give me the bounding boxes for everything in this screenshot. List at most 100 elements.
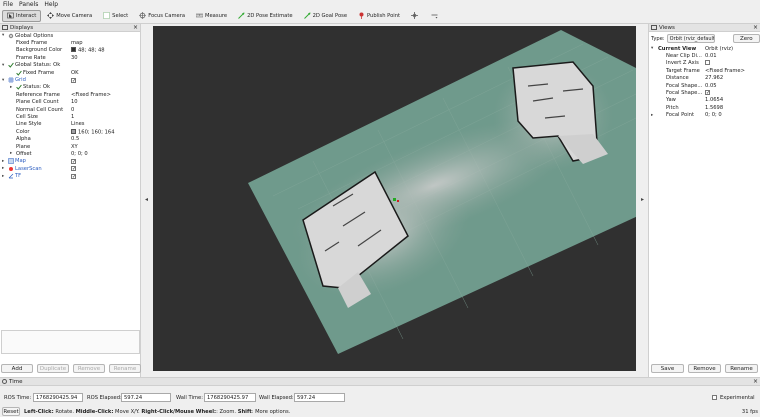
render-viewport[interactable] xyxy=(153,26,636,371)
display-row-value[interactable]: 30 xyxy=(71,55,78,61)
display-row[interactable]: Alpha 0.5 xyxy=(0,135,140,142)
display-row-value[interactable]: XY xyxy=(71,144,78,150)
menu-help[interactable]: Help xyxy=(41,1,61,8)
display-row[interactable]: ▾ Global Status: Ok xyxy=(0,62,140,69)
display-enable-checkbox[interactable]: ✓ xyxy=(71,173,76,179)
close-icon[interactable]: × xyxy=(753,378,758,385)
collapse-arrow-icon[interactable]: ▾ xyxy=(2,63,7,68)
view-checkbox[interactable]: ✓ xyxy=(705,90,710,96)
rename-view-button[interactable]: Rename xyxy=(725,364,758,373)
expand-arrow-icon[interactable]: ▸ xyxy=(2,159,7,164)
tool-select[interactable]: Select xyxy=(98,10,133,22)
display-row[interactable]: Fixed Frame map xyxy=(0,39,140,46)
tool-2d-pose-estimate[interactable]: 2D Pose Estimate xyxy=(233,10,298,22)
display-row[interactable]: Plane Cell Count 10 xyxy=(0,99,140,106)
display-row[interactable]: Color 160; 160; 164 xyxy=(0,128,140,135)
add-button[interactable]: Add xyxy=(1,364,33,373)
display-row[interactable]: ▾ Global Options xyxy=(0,32,140,39)
display-enable-checkbox[interactable]: ✓ xyxy=(71,77,76,83)
display-row-value[interactable]: 0 xyxy=(71,107,74,113)
view-row[interactable]: Near Clip Di... 0.01 xyxy=(649,52,760,59)
display-row[interactable]: Normal Cell Count 0 xyxy=(0,106,140,113)
wall-time-field[interactable]: 1768290425.97 xyxy=(204,393,256,402)
display-row[interactable]: ▾ Grid ✓ xyxy=(0,76,140,84)
display-row[interactable]: Frame Rate 30 xyxy=(0,54,140,61)
view-row-value[interactable]: 0.01 xyxy=(705,53,717,59)
display-enable-checkbox[interactable]: ✓ xyxy=(71,158,76,164)
collapse-arrow-icon[interactable]: ▾ xyxy=(651,46,656,51)
expand-arrow-icon[interactable]: ▸ xyxy=(10,151,15,156)
view-row[interactable]: Invert Z Axis xyxy=(649,59,760,67)
view-row-value[interactable]: <Fixed Frame> xyxy=(705,68,745,74)
display-row-value[interactable]: OK xyxy=(71,70,79,76)
remove-button[interactable]: Remove xyxy=(73,364,105,373)
view-row[interactable]: Pitch 1.5698 xyxy=(649,104,760,111)
reset-button[interactable]: Reset xyxy=(2,407,20,416)
display-row-value[interactable]: 0.5 xyxy=(71,136,79,142)
expand-arrow-icon[interactable]: ▸ xyxy=(10,85,15,90)
view-row[interactable]: Distance 27.962 xyxy=(649,75,760,82)
tool-more-dropdown[interactable] xyxy=(426,10,445,22)
rename-button[interactable]: Rename xyxy=(109,364,141,373)
remove-view-button[interactable]: Remove xyxy=(688,364,721,373)
display-row[interactable]: Plane XY xyxy=(0,143,140,150)
left-splitter[interactable]: ◂ xyxy=(141,24,153,377)
expand-arrow-icon[interactable]: ▸ xyxy=(2,174,7,179)
view-row-value[interactable]: 1.0654 xyxy=(705,97,723,103)
view-row[interactable]: ▸ Focal Point 0; 0; 0 xyxy=(649,112,760,119)
tool-measure[interactable]: Measure xyxy=(191,10,232,22)
display-row[interactable]: ▸ Status: Ok xyxy=(0,84,140,91)
tool-focus-camera[interactable]: Focus Camera xyxy=(134,10,190,22)
right-splitter[interactable]: ▸ xyxy=(636,24,648,377)
tool-crosshair[interactable] xyxy=(406,10,425,22)
display-row[interactable]: ▸ TF ✓ xyxy=(0,172,140,179)
display-row[interactable]: Cell Size 1 xyxy=(0,113,140,120)
display-row-value[interactable]: <Fixed Frame> xyxy=(71,92,111,98)
display-row[interactable]: ▸ Map ✓ xyxy=(0,158,140,165)
view-row-value[interactable]: 1.5698 xyxy=(705,105,723,111)
tool-2d-goal-pose[interactable]: 2D Goal Pose xyxy=(299,10,352,22)
duplicate-button[interactable]: Duplicate xyxy=(37,364,69,373)
display-row-value[interactable]: Lines xyxy=(71,121,85,127)
collapse-right-icon[interactable]: ▸ xyxy=(641,196,644,203)
view-row-value[interactable]: 27.962 xyxy=(705,75,723,81)
display-enable-checkbox[interactable]: ✓ xyxy=(71,166,76,172)
display-row[interactable]: Background Color 48; 48; 48 xyxy=(0,47,140,54)
experimental-checkbox[interactable] xyxy=(712,395,717,400)
display-row[interactable]: ▸ Offset 0; 0; 0 xyxy=(0,150,140,157)
close-icon[interactable]: × xyxy=(753,24,758,31)
tool-publish-point[interactable]: Publish Point xyxy=(353,10,405,22)
view-row[interactable]: Focal Shape... ✓ xyxy=(649,89,760,96)
view-row-value[interactable]: 0.05 xyxy=(705,83,717,89)
tool-interact[interactable]: Interact xyxy=(2,9,42,22)
view-row[interactable]: Yaw 1.0654 xyxy=(649,97,760,104)
ros-elapsed-field[interactable]: 597.24 xyxy=(121,393,171,402)
display-row-value[interactable]: 1 xyxy=(71,114,74,120)
display-row-value[interactable]: 10 xyxy=(71,99,78,105)
display-row-value[interactable]: map xyxy=(71,40,83,46)
collapse-left-icon[interactable]: ◂ xyxy=(145,196,148,203)
display-row[interactable]: Fixed Frame OK xyxy=(0,69,140,76)
collapse-arrow-icon[interactable]: ▾ xyxy=(2,33,7,38)
view-row[interactable]: Focal Shape... 0.05 xyxy=(649,82,760,89)
expand-arrow-icon[interactable]: ▸ xyxy=(2,166,7,171)
view-row-value[interactable]: 0; 0; 0 xyxy=(705,112,722,118)
close-icon[interactable]: × xyxy=(133,24,138,31)
view-row[interactable]: Target Frame <Fixed Frame> xyxy=(649,67,760,74)
display-row[interactable]: ▸ LaserScan ✓ xyxy=(0,165,140,172)
expand-arrow-icon[interactable]: ▸ xyxy=(651,113,656,118)
ros-time-field[interactable]: 1768290425.94 xyxy=(33,393,83,402)
display-row-value[interactable]: 0; 0; 0 xyxy=(71,151,88,157)
view-row-value[interactable]: Orbit (rviz) xyxy=(705,46,733,52)
view-row-value[interactable]: ✓ xyxy=(705,90,710,96)
view-checkbox[interactable] xyxy=(705,59,710,65)
display-row[interactable]: Line Style Lines xyxy=(0,121,140,128)
menu-panels[interactable]: Panels xyxy=(16,1,41,8)
display-row-value[interactable]: 48; 48; 48 xyxy=(71,47,105,54)
view-row[interactable]: ▾ Current View Orbit (rviz) xyxy=(649,45,760,52)
tool-move-camera[interactable]: Move Camera xyxy=(42,10,97,22)
display-row[interactable]: Reference Frame <Fixed Frame> xyxy=(0,91,140,98)
display-row-value[interactable]: 160; 160; 164 xyxy=(71,128,115,135)
collapse-arrow-icon[interactable]: ▾ xyxy=(2,78,7,83)
menu-file[interactable]: File xyxy=(0,1,16,8)
